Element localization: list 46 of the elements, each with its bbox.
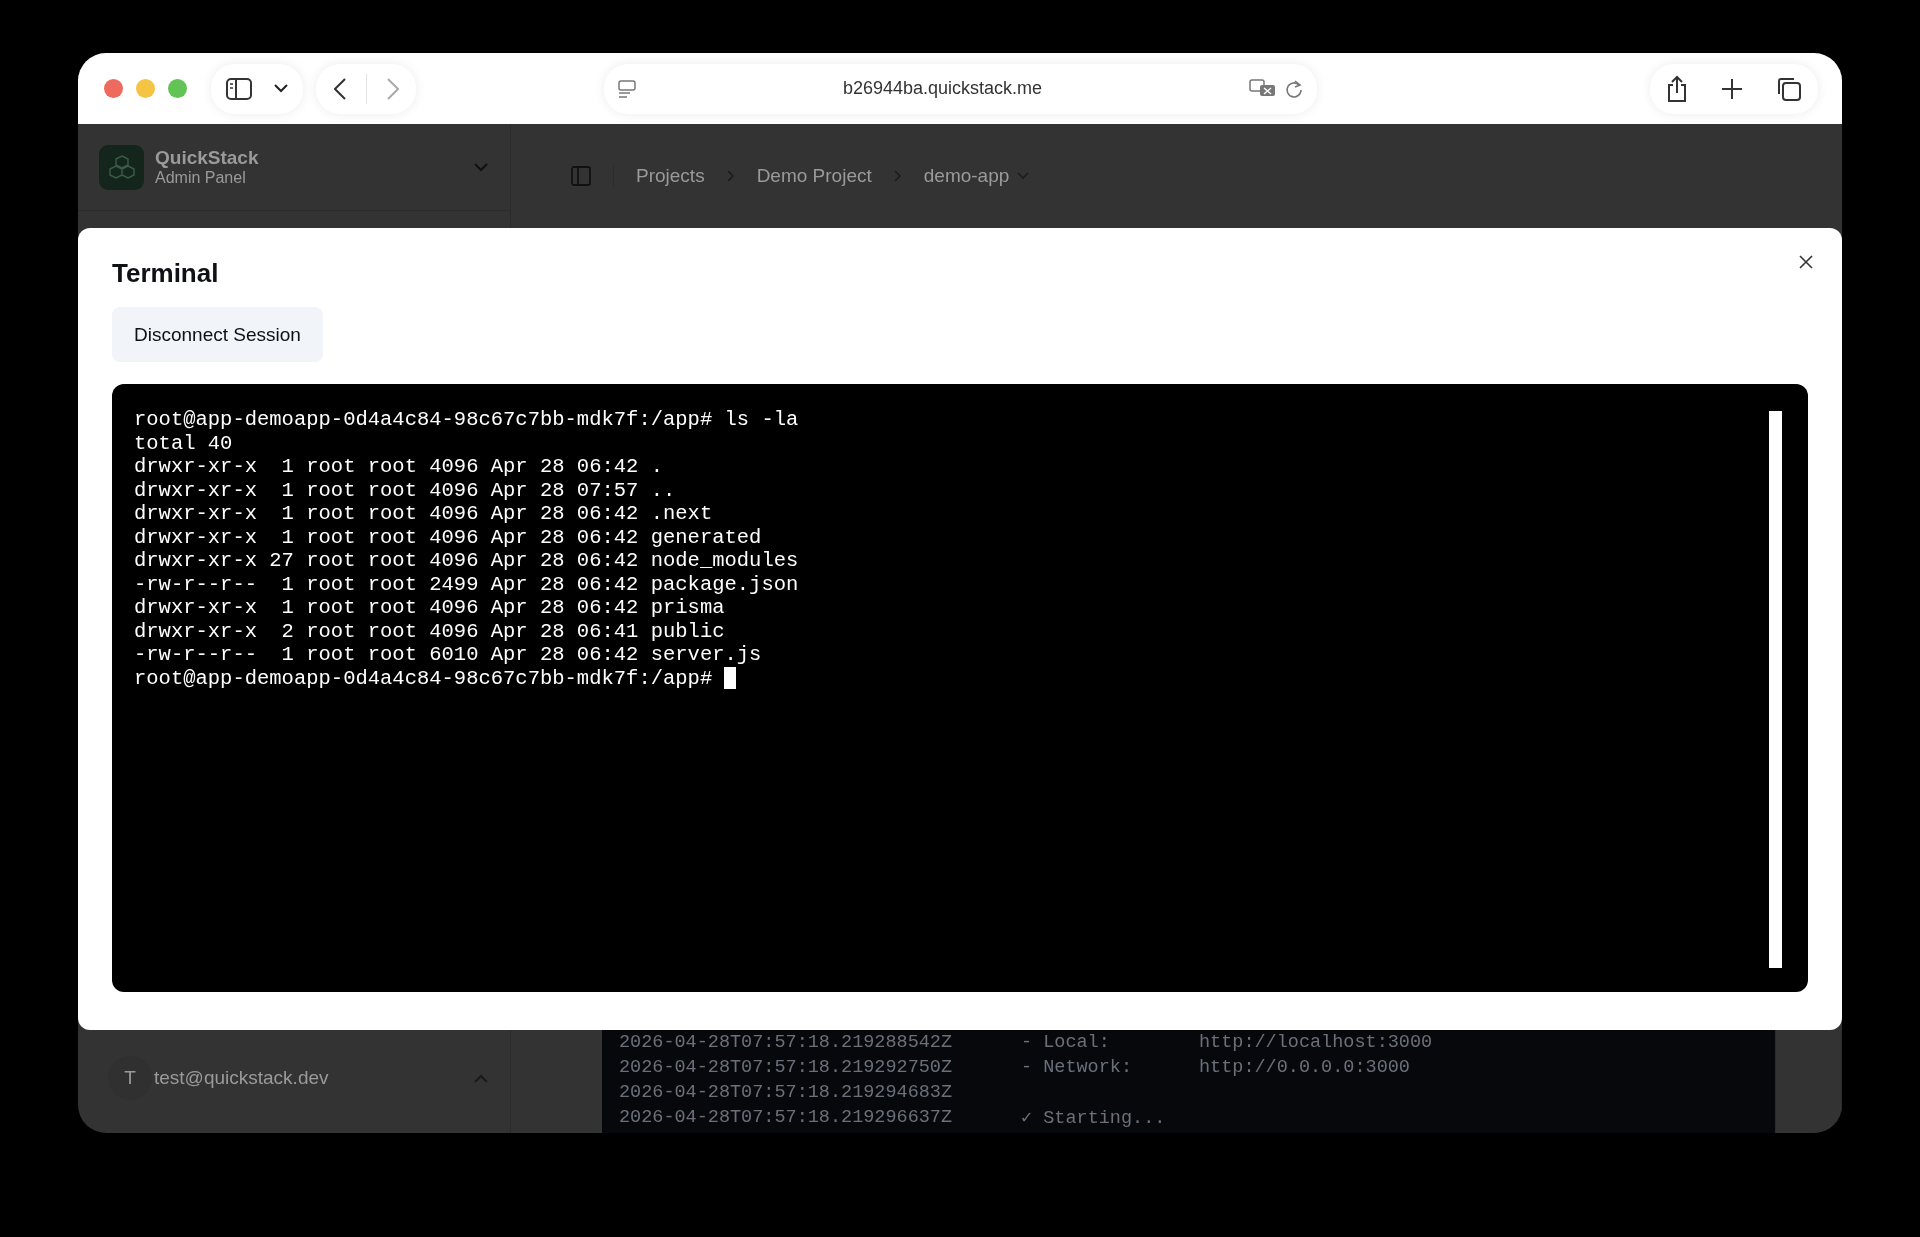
terminal-line: total 40 <box>134 431 233 455</box>
dialog-title: Terminal <box>112 258 219 289</box>
log-timestamp: 2026-04-28T07:57:18.219292750Z <box>619 1057 954 1078</box>
forward-icon[interactable] <box>386 77 399 100</box>
terminal-line: -rw-r--r-- 1 root root 6010 Apr 28 06:42 server.js <box>134 643 762 667</box>
new-tab-icon[interactable] <box>1721 77 1743 100</box>
app-logo-icon <box>99 144 144 190</box>
log-message: - Local: <box>1020 1032 1111 1053</box>
share-icon[interactable] <box>1666 74 1689 103</box>
app-name: QuickStack <box>155 147 260 169</box>
terminal-line: drwxr-xr-x 2 root root 4096 Apr 28 06:41 public <box>134 619 725 643</box>
terminal-line: drwxr-xr-x 27 root root 4096 Apr 28 06:42 node_modules <box>134 549 799 573</box>
chevron-down-icon[interactable] <box>274 84 288 93</box>
terminal-line: drwxr-xr-x 1 root root 4096 Apr 28 06:42 generated <box>134 525 762 549</box>
breadcrumb-link[interactable]: Projects <box>636 165 705 187</box>
terminal-line: drwxr-xr-x 1 root root 4096 Apr 28 06:42 prisma <box>134 596 725 620</box>
breadcrumb-link[interactable]: demo-app <box>923 165 1030 187</box>
log-message: - Network: <box>1020 1057 1134 1078</box>
zoom-window-button[interactable] <box>168 79 187 98</box>
app-subtitle: Admin Panel <box>155 169 247 187</box>
back-icon[interactable] <box>333 77 346 100</box>
user-email[interactable]: test@quickstack.dev <box>154 1067 474 1089</box>
reload-icon[interactable] <box>1285 78 1303 99</box>
log-timestamp: 2026-04-28T07:57:18.219296637Z <box>619 1107 954 1128</box>
tabs-overview-icon[interactable] <box>1775 75 1802 102</box>
close-window-button[interactable] <box>104 79 123 98</box>
terminal-line: drwxr-xr-x 1 root root 4096 Apr 28 06:42 . <box>134 455 663 479</box>
disconnect-button[interactable]: Disconnect Session <box>112 307 323 362</box>
terminal-line: -rw-r--r-- 1 root root 2499 Apr 28 06:42 package.json <box>134 572 799 596</box>
log-value: http://0.0.0.0:3000 <box>1199 1057 1410 1078</box>
breadcrumb-link[interactable]: Demo Project <box>756 165 872 187</box>
close-icon[interactable] <box>1799 255 1813 269</box>
user-avatar: T <box>108 1056 152 1100</box>
log-message: ✓ Starting... <box>1020 1107 1167 1129</box>
scrollbar[interactable] <box>1769 411 1782 968</box>
log-timestamp: 2026-04-28T07:57:18.219288542Z <box>619 1032 954 1053</box>
terminal-line: drwxr-xr-x 1 root root 4096 Apr 28 07:57 .. <box>134 478 676 502</box>
terminal-line: root@app-demoapp-0d4a4c84-98c67c7bb-mdk7f:/app# ls -la <box>134 408 799 432</box>
terminal-line: drwxr-xr-x 1 root root 4096 Apr 28 06:42 .next <box>134 502 713 526</box>
page-icon[interactable] <box>618 79 636 98</box>
log-value: http://localhost:3000 <box>1199 1032 1433 1053</box>
sidebar-icon[interactable] <box>226 77 252 100</box>
log-timestamp: 2026-04-28T07:57:18.219294683Z <box>619 1082 954 1103</box>
cursor <box>724 667 737 690</box>
terminal-line: root@app-demoapp-0d4a4c84-98c67c7bb-mdk7f:/app# <box>134 666 713 690</box>
sidebar-toggle-icon[interactable] <box>571 166 591 186</box>
